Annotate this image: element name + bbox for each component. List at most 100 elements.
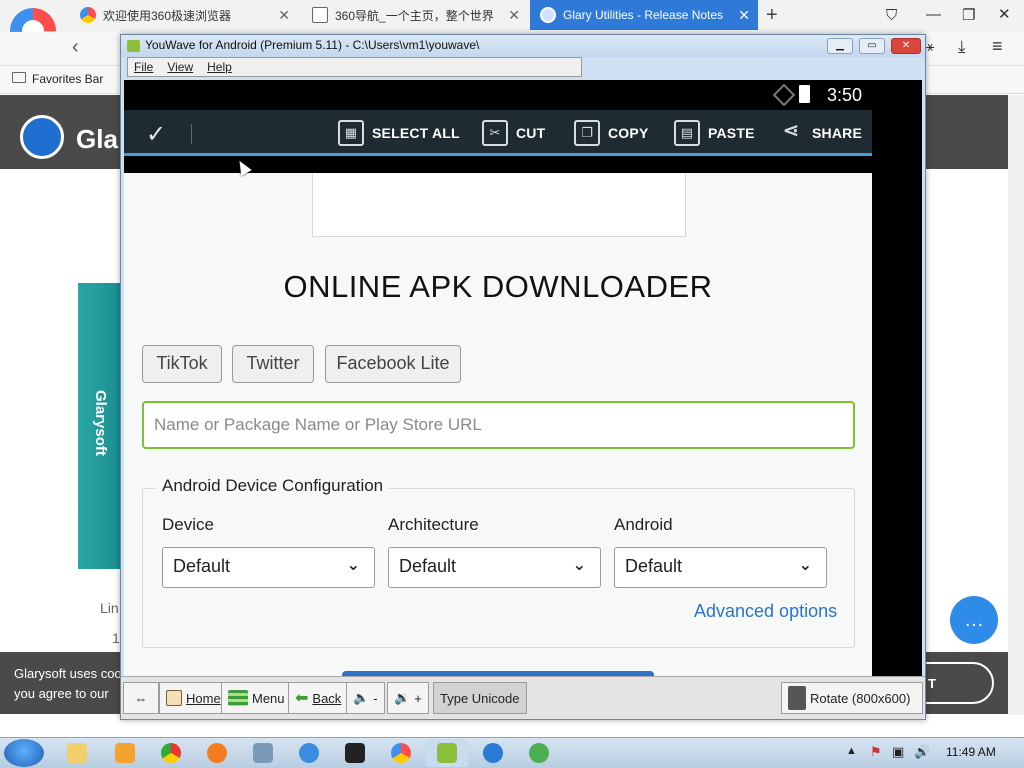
browser-tab-icon bbox=[80, 7, 96, 23]
minimize-button[interactable]: ▁ bbox=[827, 38, 853, 54]
phone-rotate-icon bbox=[788, 686, 806, 710]
tray-volume-icon[interactable]: 🔊 bbox=[914, 744, 930, 760]
type-unicode-button[interactable]: Type Unicode bbox=[433, 682, 527, 714]
minimize-icon[interactable]: — bbox=[926, 6, 941, 23]
page-title: ONLINE APK DOWNLOADER bbox=[283, 269, 713, 304]
close-icon[interactable]: ✕ bbox=[278, 7, 290, 24]
copy-button[interactable]: ❐ COPY bbox=[574, 118, 648, 148]
close-button[interactable]: ✕ bbox=[891, 38, 921, 54]
taskbar-360-browser[interactable] bbox=[380, 739, 422, 767]
menu-button[interactable]: Menu bbox=[221, 682, 292, 714]
maximize-button[interactable]: ▭ bbox=[859, 38, 885, 54]
tab-360-nav[interactable]: 360导航_一个主页，整个世界 ✕ bbox=[302, 0, 528, 30]
taskbar-youwave[interactable] bbox=[426, 739, 468, 767]
folder-icon bbox=[12, 72, 26, 83]
chevron-down-icon: ⌄ bbox=[346, 557, 360, 574]
start-button[interactable] bbox=[4, 739, 44, 767]
volume-up-button[interactable]: 🔉 + bbox=[387, 682, 429, 714]
resize-arrows-button[interactable]: ⇔ bbox=[123, 682, 159, 714]
select-all-button[interactable]: ▦ SELECT ALL bbox=[338, 118, 460, 148]
share-icon: ⋖ bbox=[782, 120, 800, 142]
resize-arrows-icon: ⇔ bbox=[134, 690, 148, 706]
close-icon[interactable]: ✕ bbox=[508, 7, 520, 24]
product-box-label: Glarysoft bbox=[92, 390, 109, 456]
battery-icon bbox=[799, 85, 810, 103]
tab-label: 欢迎使用360极速浏览器 bbox=[103, 8, 232, 23]
cookie-accept-label: T bbox=[928, 676, 936, 691]
copy-label: COPY bbox=[608, 125, 649, 141]
back-arrow-icon[interactable]: ‹ bbox=[72, 36, 79, 59]
select-all-label: SELECT ALL bbox=[372, 125, 460, 141]
device-label: Device bbox=[162, 515, 214, 534]
share-button[interactable]: ⋖ SHARE bbox=[778, 118, 862, 148]
back-button[interactable]: ⬅ Back bbox=[288, 682, 349, 714]
share-label: SHARE bbox=[812, 125, 863, 141]
volume-down-button[interactable]: 🔈 - bbox=[346, 682, 385, 714]
page-scrollbar[interactable] bbox=[1008, 95, 1024, 715]
done-check-icon[interactable]: ✓ bbox=[146, 120, 166, 149]
taskbar-clock[interactable]: 11:49 AM bbox=[946, 745, 996, 759]
menu-lines-icon bbox=[228, 690, 248, 706]
android-select[interactable]: Default ⌄ bbox=[614, 547, 827, 588]
paste-button[interactable]: ▤ PASTE bbox=[674, 118, 755, 148]
network-icon bbox=[253, 743, 273, 763]
chip-twitter[interactable]: Twitter bbox=[232, 345, 314, 383]
rotate-button[interactable]: Rotate (800x600) bbox=[781, 682, 923, 714]
chrome-icon bbox=[161, 743, 181, 763]
status-clock: 3:50 bbox=[826, 85, 862, 105]
youwave-window: YouWave for Android (Premium 5.11) - C:\… bbox=[120, 34, 926, 720]
shirt-icon[interactable]: ⛉ bbox=[886, 7, 897, 24]
advanced-options-link[interactable]: Advanced options bbox=[694, 601, 837, 622]
chevron-down-icon: ⌄ bbox=[798, 557, 812, 574]
speaker-icon: 🔉 bbox=[394, 690, 411, 705]
favorites-bar-label[interactable]: Favorites Bar bbox=[32, 72, 103, 86]
taskbar-player[interactable] bbox=[518, 739, 560, 767]
chip-tiktok[interactable]: TikTok bbox=[142, 345, 222, 383]
menu-view[interactable]: View bbox=[167, 60, 193, 74]
taskbar-chrome[interactable] bbox=[150, 739, 192, 767]
no-signal-icon bbox=[772, 83, 796, 107]
extension-icon[interactable]: ⚹ bbox=[926, 38, 934, 55]
youwave-titlebar[interactable]: YouWave for Android (Premium 5.11) - C:\… bbox=[121, 35, 925, 57]
taskbar-network[interactable] bbox=[242, 739, 284, 767]
paste-label: PASTE bbox=[708, 125, 755, 141]
home-button[interactable]: Home bbox=[159, 682, 228, 714]
tray-chevron-icon[interactable]: ▲ bbox=[846, 745, 857, 757]
status-bar: 3:50 bbox=[124, 80, 922, 110]
tray-flag-icon[interactable]: ⚑ bbox=[870, 744, 882, 760]
volume-up-label: + bbox=[414, 690, 422, 706]
tab-welcome[interactable]: 欢迎使用360极速浏览器 ✕ bbox=[70, 0, 298, 30]
menu-icon[interactable]: ≡ bbox=[992, 36, 1003, 57]
close-icon[interactable]: ✕ bbox=[998, 5, 1011, 23]
tab-glary-release-notes[interactable]: Glary Utilities - Release Notes ✕ bbox=[530, 0, 758, 30]
architecture-select[interactable]: Default ⌄ bbox=[388, 547, 601, 588]
tab-label: 360导航_一个主页，整个世界 bbox=[335, 8, 494, 23]
chip-facebook-lite[interactable]: Facebook Lite bbox=[325, 345, 461, 383]
taskbar-firefox[interactable] bbox=[196, 739, 238, 767]
7zip-icon bbox=[345, 743, 365, 763]
select-all-icon: ▦ bbox=[338, 120, 364, 146]
menu-file[interactable]: File bbox=[134, 60, 153, 74]
cut-button[interactable]: ✂ CUT bbox=[482, 118, 545, 148]
chat-bubble-icon[interactable]: … bbox=[950, 596, 998, 644]
search-input[interactable] bbox=[142, 401, 855, 449]
house-icon bbox=[166, 690, 182, 706]
close-icon[interactable]: ✕ bbox=[738, 7, 750, 24]
glarysoft-logo-icon[interactable] bbox=[20, 115, 64, 159]
tray-network-icon[interactable]: ▣ bbox=[892, 744, 904, 760]
taskbar-7zip[interactable] bbox=[334, 739, 376, 767]
menu-label: Menu bbox=[252, 690, 285, 706]
device-select[interactable]: Default ⌄ bbox=[162, 547, 375, 588]
taskbar-media[interactable] bbox=[104, 739, 146, 767]
site-logo-text[interactable]: Gla bbox=[76, 124, 118, 155]
new-tab-button[interactable]: + bbox=[766, 4, 778, 27]
page-icon bbox=[312, 7, 328, 23]
glary-icon bbox=[540, 7, 556, 23]
taskbar-glary[interactable] bbox=[472, 739, 514, 767]
taskbar-explorer[interactable] bbox=[56, 739, 98, 767]
menu-help[interactable]: Help bbox=[207, 60, 232, 74]
taskbar-ie[interactable] bbox=[288, 739, 330, 767]
download-icon[interactable]: ⤓ bbox=[958, 37, 966, 57]
restore-icon[interactable]: ❐ bbox=[962, 6, 975, 24]
chevron-down-icon: ⌄ bbox=[572, 557, 586, 574]
